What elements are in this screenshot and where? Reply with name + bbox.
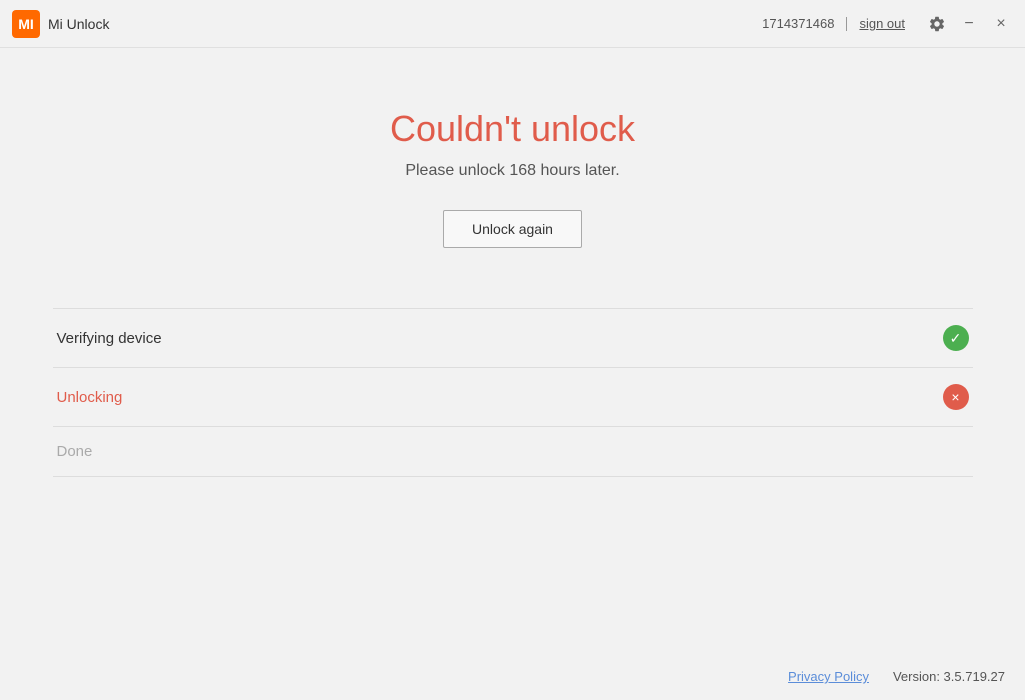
step-label-verifying: Verifying device <box>57 330 162 347</box>
step-row-verifying: Verifying device ✓ <box>53 308 973 367</box>
step-success-icon: ✓ <box>943 325 969 351</box>
steps-section: Verifying device ✓ Unlocking × Done <box>53 308 973 477</box>
footer: Privacy Policy Version: 3.5.719.27 <box>788 669 1005 684</box>
mi-logo: MI <box>12 10 40 38</box>
vertical-divider <box>846 17 847 31</box>
title-bar: MI Mi Unlock 1714371468 sign out − × <box>0 0 1025 48</box>
error-title: Couldn't unlock <box>390 108 635 150</box>
minimize-icon: − <box>964 15 973 33</box>
step-label-done: Done <box>57 443 93 460</box>
privacy-policy-link[interactable]: Privacy Policy <box>788 669 869 684</box>
step-row-unlocking: Unlocking × <box>53 367 973 426</box>
window-controls: − × <box>925 12 1013 36</box>
main-content: Couldn't unlock Please unlock 168 hours … <box>0 48 1025 248</box>
sign-out-link[interactable]: sign out <box>859 16 905 31</box>
error-subtitle: Please unlock 168 hours later. <box>405 162 619 180</box>
step-row-done: Done <box>53 426 973 477</box>
step-label-unlocking: Unlocking <box>57 389 123 406</box>
app-title: Mi Unlock <box>48 16 109 32</box>
minimize-button[interactable]: − <box>957 12 981 36</box>
gear-icon <box>928 15 946 33</box>
title-bar-left: MI Mi Unlock <box>12 10 109 38</box>
unlock-again-button[interactable]: Unlock again <box>443 210 582 248</box>
version-text: Version: 3.5.719.27 <box>893 669 1005 684</box>
title-bar-right: 1714371468 sign out − × <box>762 12 1013 36</box>
step-error-icon: × <box>943 384 969 410</box>
user-id: 1714371468 <box>762 16 834 31</box>
close-icon: × <box>996 15 1005 33</box>
close-button[interactable]: × <box>989 12 1013 36</box>
gear-button[interactable] <box>925 12 949 36</box>
